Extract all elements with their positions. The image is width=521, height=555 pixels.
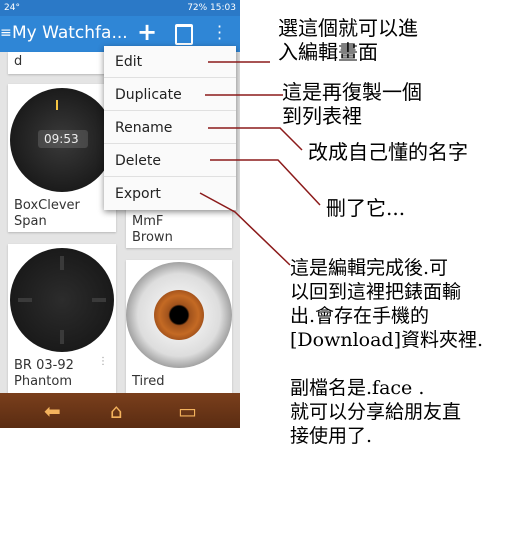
annotation-duplicate: 這是再復製一個 到列表裡	[282, 80, 422, 128]
annotation-rename: 改成自己懂的名字	[308, 140, 468, 164]
annotation-delete: 刪了它...	[326, 196, 406, 220]
leader-line-delete	[210, 159, 321, 206]
annotation-edit: 選這個就可以進 入編輯畫面	[278, 16, 418, 64]
leader-line-export	[199, 192, 291, 266]
leader-line-rename	[208, 127, 303, 151]
annotation-export: 這是編輯完成後.可 以回到這裡把錶面輸 出.會存在手機的 [Download]資…	[290, 257, 484, 447]
